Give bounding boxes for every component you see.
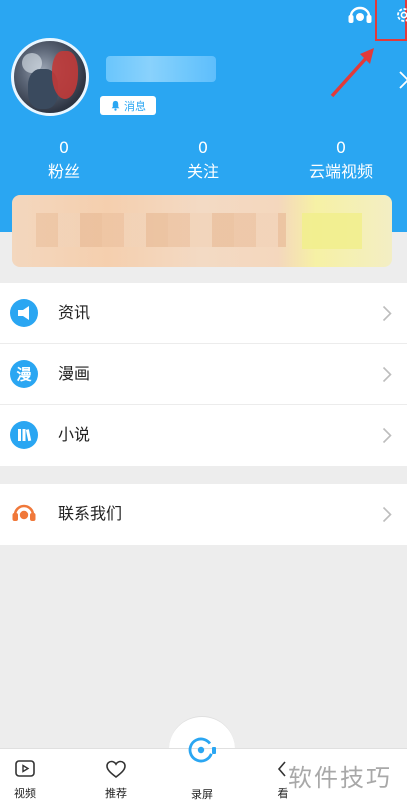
stat-label: 粉丝 — [47, 162, 80, 181]
stats-row: 0 粉丝 0 关注 0 云端视频 — [0, 138, 407, 188]
chevron-right-icon — [382, 506, 392, 523]
menu-item-contact-us[interactable]: 联系我们 — [0, 484, 407, 545]
stat-value: 0 — [335, 138, 347, 157]
menu-group-content: 资讯 漫 漫画 小说 — [0, 283, 407, 466]
banner-blur-accent — [302, 213, 362, 249]
stat-label: 云端视频 — [308, 162, 373, 181]
pointer-arrow-icon — [330, 48, 374, 98]
heart-icon — [106, 760, 126, 779]
menu-item-novels[interactable]: 小说 — [0, 405, 407, 466]
video-icon — [15, 760, 35, 777]
stat-value: 0 — [197, 138, 209, 157]
books-icon — [10, 421, 38, 449]
promo-banner-redacted[interactable] — [12, 195, 392, 267]
stat-following[interactable]: 0 关注 — [143, 138, 263, 184]
avatar[interactable] — [11, 38, 89, 116]
camera-icon[interactable] — [186, 734, 218, 766]
menu-item-comics[interactable]: 漫 漫画 — [0, 344, 407, 405]
comic-icon-glyph: 漫 — [16, 366, 32, 384]
nav-tab-record-label[interactable]: 录屏 — [180, 786, 224, 802]
nav-tab-video[interactable]: 视频 — [0, 749, 50, 801]
watermark-text: 软件技巧 — [288, 764, 392, 792]
username-redacted — [106, 56, 216, 82]
headset-icon — [12, 504, 36, 521]
nav-tab-label: 视频 — [14, 787, 36, 800]
menu-item-label: 小说 — [58, 425, 91, 444]
avatar-hair — [52, 51, 78, 99]
bell-icon — [111, 100, 120, 111]
megaphone-icon — [10, 299, 38, 327]
menu-item-news[interactable]: 资讯 — [0, 283, 407, 344]
comic-icon: 漫 — [10, 360, 38, 388]
chevron-right-icon — [382, 305, 392, 322]
stat-fans[interactable]: 0 粉丝 — [4, 138, 124, 184]
chevron-right-icon — [382, 366, 392, 383]
menu-item-label: 漫画 — [58, 364, 91, 383]
stat-cloud-videos[interactable]: 0 云端视频 — [281, 138, 401, 184]
stat-label: 关注 — [186, 162, 219, 181]
message-label: 消息 — [124, 99, 146, 113]
message-button[interactable]: 消息 — [100, 96, 156, 115]
stat-value: 0 — [58, 138, 70, 157]
customer-service-icon[interactable] — [347, 5, 373, 27]
chevron-right-icon[interactable] — [398, 70, 407, 90]
settings-icon[interactable] — [395, 6, 407, 24]
nav-tab-recommend[interactable]: 推荐 — [91, 749, 141, 801]
menu-group-contact: 联系我们 — [0, 484, 407, 545]
banner-blur-area — [36, 213, 286, 247]
menu-item-label: 资讯 — [58, 303, 91, 322]
menu-item-label: 联系我们 — [58, 504, 123, 523]
nav-tab-label: 推荐 — [105, 787, 127, 800]
chevron-right-icon — [382, 427, 392, 444]
